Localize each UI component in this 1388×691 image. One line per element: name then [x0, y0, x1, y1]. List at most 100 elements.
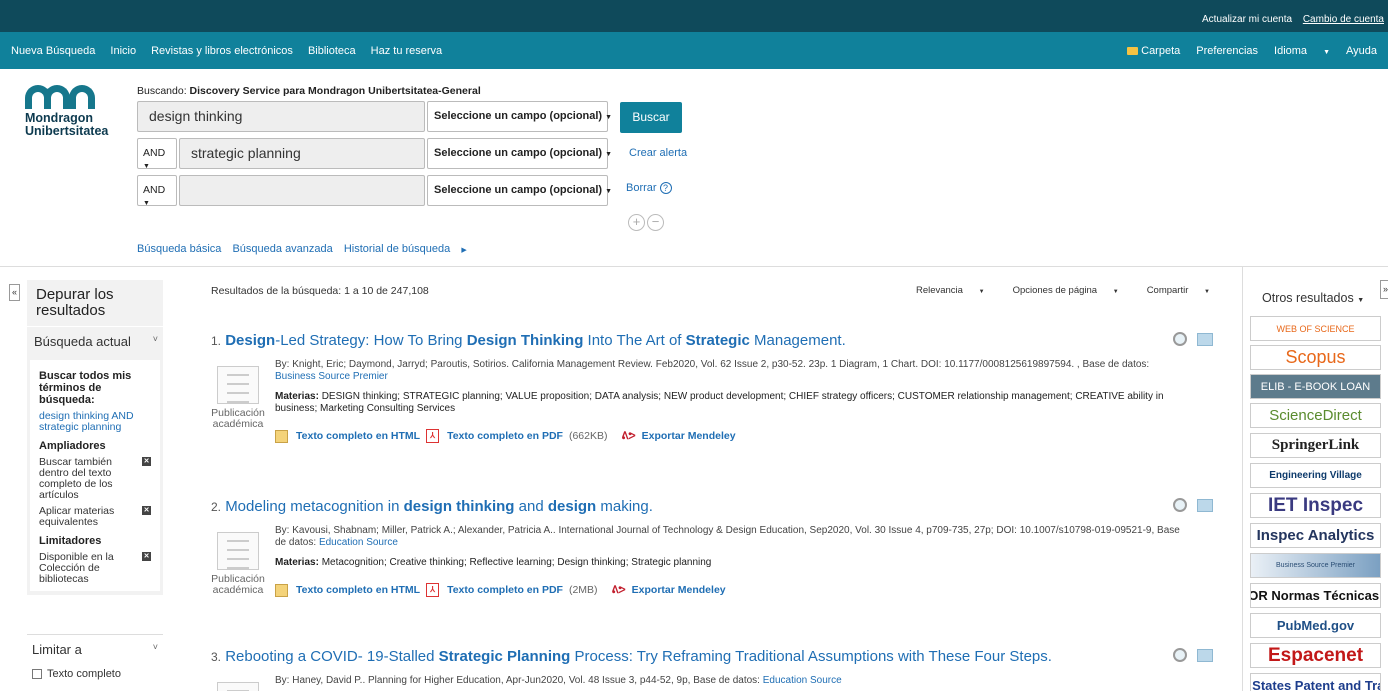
expanders-label: Ampliadores — [39, 440, 106, 452]
remove-row-icon[interactable]: − — [647, 214, 664, 231]
basic-search-link[interactable]: Búsqueda básica — [137, 243, 221, 255]
change-account-link[interactable]: Cambio de cuenta — [1303, 14, 1384, 25]
academic-journal-icon — [217, 532, 259, 570]
db-sciencedirect[interactable]: ScienceDirect — [1250, 403, 1381, 428]
limit-to-header[interactable]: Limitar a ˅ — [27, 634, 163, 664]
preview-icon[interactable] — [1173, 332, 1187, 346]
result-title[interactable]: 2. Modeling metacognition in design thin… — [211, 498, 1211, 516]
result-subjects: Materias: DESIGN thinking; STRATEGIC pla… — [275, 391, 1190, 415]
institution-logo[interactable]: Mondragon Unibertsitatea — [25, 85, 130, 138]
pdf-fulltext-link[interactable]: Texto completo en PDF — [447, 430, 563, 442]
update-account-link[interactable]: Actualizar mi cuenta — [1202, 14, 1292, 25]
result-tools — [1173, 648, 1213, 662]
result-number: 3. — [211, 650, 222, 664]
nav-library[interactable]: Biblioteca — [308, 45, 356, 57]
result-citation: By: Knight, Eric; Daymond, Jarryd; Parou… — [275, 359, 1150, 370]
page-options-menu[interactable]: Opciones de página ▼ — [999, 285, 1119, 296]
remove-icon[interactable]: ✕ — [142, 552, 151, 561]
collapse-left-icon[interactable]: « — [9, 284, 20, 301]
remove-icon[interactable]: ✕ — [142, 506, 151, 515]
help-link[interactable]: Ayuda — [1346, 45, 1377, 57]
results-summary: Resultados de la búsqueda: 1 a 10 de 247… — [211, 285, 429, 297]
current-search-panel: Buscar todos mis términos de búsqueda: d… — [27, 356, 163, 595]
nav-reserve[interactable]: Haz tu reserva — [371, 45, 443, 57]
result-citation: By: Haney, David P.. Planning for Higher… — [275, 675, 760, 686]
field-select-1[interactable]: Seleccione un campo (opcional) ▼ — [427, 101, 612, 132]
current-query-link[interactable]: design thinking AND strategic planning — [39, 411, 151, 433]
current-search-header[interactable]: Búsqueda actual ˅ — [27, 326, 163, 356]
create-alert-link[interactable]: Crear alerta — [629, 147, 687, 159]
folder-link[interactable]: Carpeta — [1127, 45, 1180, 57]
preferences-link[interactable]: Preferencias — [1196, 45, 1258, 57]
result-item: 1. Design-Led Strategy: How To Bring Des… — [211, 332, 1213, 443]
subjects-text[interactable]: Metacognition; Creative thinking; Reflec… — [322, 557, 712, 568]
field-select-3-label: Seleccione un campo (opcional) — [434, 184, 603, 196]
db-iet-inspec[interactable]: IET Inspec — [1250, 493, 1381, 518]
help-icon[interactable]: ? — [659, 182, 672, 194]
remove-icon[interactable]: ✕ — [142, 457, 151, 466]
relevance-menu[interactable]: Relevancia ▼ — [902, 285, 985, 296]
html-fulltext-link[interactable]: Texto completo en HTML — [296, 430, 420, 442]
db-springerlink[interactable]: SpringerLink — [1250, 433, 1381, 458]
share-menu[interactable]: Compartir ▼ — [1133, 285, 1210, 296]
search-header: Mondragon Unibertsitatea Buscando: Disco… — [0, 69, 1388, 266]
limiters-label: Limitadores — [39, 535, 102, 547]
full-text-checkbox[interactable]: Texto completo — [32, 668, 121, 680]
nav-left: Nueva Búsqueda Inicio Revistas y libros … — [11, 45, 457, 57]
caret-down-icon: ▼ — [976, 289, 985, 295]
mendeley-export-link[interactable]: Exportar Mendeley — [642, 430, 736, 442]
add-to-folder-icon[interactable] — [1197, 499, 1213, 512]
add-row-icon[interactable]: + — [628, 214, 645, 231]
caret-down-icon: ▼ — [1323, 49, 1330, 56]
search-button[interactable]: Buscar — [620, 102, 682, 133]
db-aenor[interactable]: AENOR Normas Técnicas UNE — [1250, 583, 1381, 608]
preview-icon[interactable] — [1173, 498, 1187, 512]
db-uspto[interactable]: USPTO United States Patent and Trademark… — [1250, 673, 1381, 691]
account-links: Actualizar mi cuenta Cambio de cuenta — [1194, 14, 1384, 25]
add-to-folder-icon[interactable] — [1197, 333, 1213, 346]
db-business-source-premier[interactable]: Business Source Premier — [1250, 553, 1381, 578]
database-link[interactable]: Education Source — [319, 537, 398, 548]
db-web-of-science[interactable]: WEB OF SCIENCE — [1250, 316, 1381, 341]
title-segment: Process: Try Reframing Traditional Assum… — [570, 648, 1052, 665]
html-fulltext-link[interactable]: Texto completo en HTML — [296, 584, 420, 596]
expander-label: Buscar también dentro del texto completo… — [39, 456, 113, 501]
db-espacenet[interactable]: Espacenet — [1250, 643, 1381, 668]
folder-icon — [1127, 47, 1139, 55]
add-to-folder-icon[interactable] — [1197, 649, 1213, 662]
language-menu[interactable]: Idioma ▼ — [1274, 45, 1330, 57]
search-input-3[interactable] — [179, 175, 425, 206]
field-select-3[interactable]: Seleccione un campo (opcional) ▼ — [427, 175, 612, 206]
boolean-label-2: AND — [143, 147, 166, 159]
subjects-text[interactable]: DESIGN thinking; STRATEGIC planning; VAL… — [275, 391, 1164, 414]
result-title[interactable]: 1. Design-Led Strategy: How To Bring Des… — [211, 332, 1211, 350]
database-link[interactable]: Business Source Premier — [275, 371, 388, 382]
nav-home[interactable]: Inicio — [110, 45, 136, 57]
db-inspec-analytics[interactable]: Inspec Analytics — [1250, 523, 1381, 548]
db-pubmed[interactable]: PubMed.gov — [1250, 613, 1381, 638]
publication-type: Publicación académica — [211, 407, 265, 430]
search-history-link[interactable]: Historial de búsqueda ▶ — [344, 243, 475, 255]
other-results-menu[interactable]: Otros resultados ▼ — [1262, 291, 1364, 305]
result-title[interactable]: 3. Rebooting a COVID- 19-Stalled Strateg… — [211, 648, 1211, 666]
db-elib[interactable]: ELIB - E-BOOK LOAN — [1250, 374, 1381, 399]
checkbox-icon[interactable] — [32, 669, 42, 679]
field-select-2[interactable]: Seleccione un campo (opcional) ▼ — [427, 138, 612, 169]
search-row-1: design thinking Seleccione un campo (opc… — [137, 101, 612, 132]
result-citation: By: Kavousi, Shabnam; Miller, Patrick A.… — [275, 525, 1180, 548]
preview-icon[interactable] — [1173, 648, 1187, 662]
mendeley-export-link[interactable]: Exportar Mendeley — [632, 584, 726, 596]
nav-journals[interactable]: Revistas y libros electrónicos — [151, 45, 293, 57]
advanced-search-link[interactable]: Búsqueda avanzada — [232, 243, 332, 255]
expander-item: Buscar también dentro del texto completo… — [39, 457, 151, 501]
database-link[interactable]: Education Source — [763, 675, 842, 686]
db-scopus[interactable]: Scopus — [1250, 345, 1381, 370]
db-engineering-village[interactable]: Engineering Village — [1250, 463, 1381, 488]
search-input-1[interactable]: design thinking — [137, 101, 425, 132]
clear-link[interactable]: Borrar? — [626, 182, 672, 194]
boolean-select-2[interactable]: AND ▼ — [137, 138, 177, 170]
boolean-select-3[interactable]: AND ▼ — [137, 175, 177, 207]
search-input-2[interactable]: strategic planning — [179, 138, 425, 169]
pdf-fulltext-link[interactable]: Texto completo en PDF — [447, 584, 563, 596]
nav-new-search[interactable]: Nueva Búsqueda — [11, 45, 95, 57]
